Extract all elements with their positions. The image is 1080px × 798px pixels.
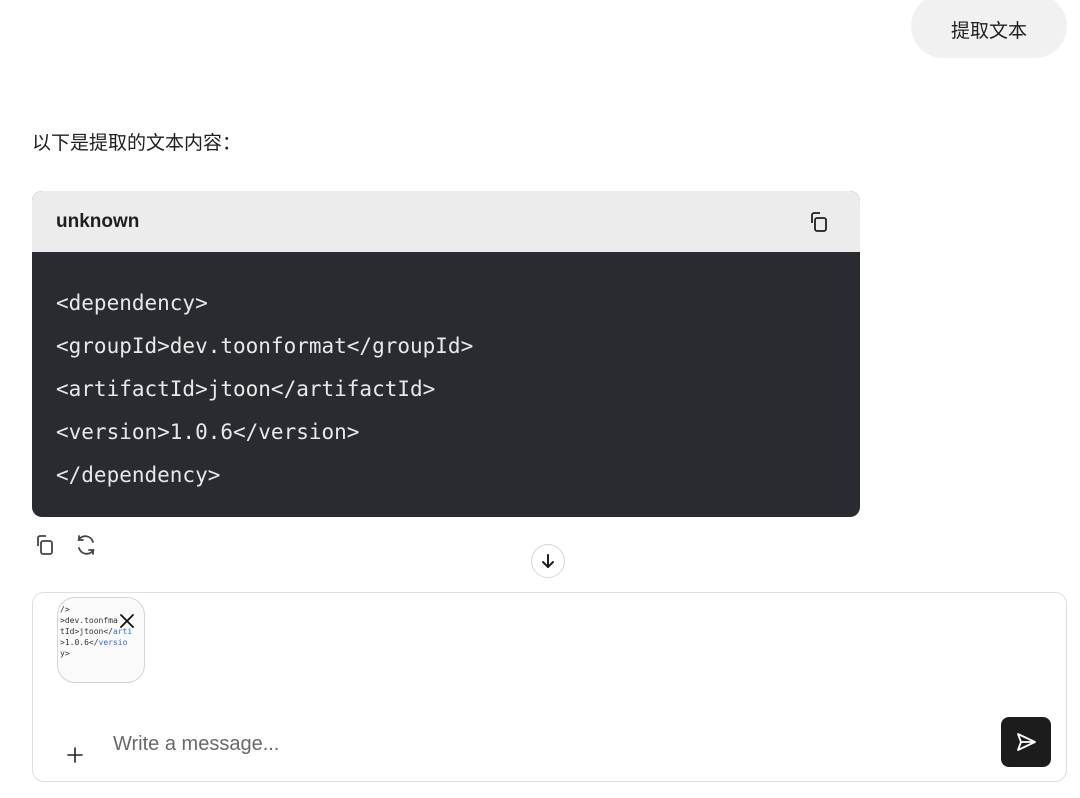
message-composer: /> >dev.toonfma tId>jtoon</arti >1.0.6</… [32, 592, 1067, 782]
assistant-intro-text: 以下是提取的文本内容： [32, 133, 242, 154]
arrow-down-icon [542, 554, 554, 568]
code-block: unknown <dependency> <groupId>dev.toonfo… [32, 191, 860, 517]
message-actions [32, 533, 98, 557]
scroll-to-bottom-button[interactable] [531, 544, 565, 578]
copy-icon [811, 211, 827, 232]
preview-line: >dev.toonf [60, 616, 109, 625]
copy-code-button[interactable] [806, 210, 830, 234]
preview-line-tail: versio [98, 638, 128, 647]
send-button[interactable] [1001, 717, 1051, 767]
send-icon [1017, 733, 1036, 751]
code-line: <artifactId>jtoon</artifactId> [56, 377, 436, 401]
copy-icon [37, 535, 53, 555]
preview-line: y> [60, 649, 70, 658]
attachment-thumbnail[interactable]: /> >dev.toonfma tId>jtoon</arti >1.0.6</… [57, 597, 145, 683]
copy-message-button[interactable] [32, 533, 56, 557]
refresh-icon [77, 535, 95, 555]
code-block-header: unknown [32, 191, 860, 252]
code-line: <dependency> [56, 291, 208, 315]
user-message-bubble: 提取文本 [911, 0, 1067, 58]
code-content: <dependency> <groupId>dev.toonformat</gr… [32, 252, 860, 497]
preview-line: >1.0.6</ [60, 638, 99, 647]
message-input[interactable] [113, 729, 973, 759]
preview-line: /> [60, 605, 70, 614]
code-line: <groupId>dev.toonformat</groupId> [56, 334, 474, 358]
remove-attachment-button[interactable] [114, 608, 140, 634]
user-message-text: 提取文本 [950, 20, 1027, 42]
close-icon [120, 614, 134, 628]
add-attachment-button[interactable] [63, 743, 87, 767]
code-language-label: unknown [56, 210, 140, 232]
code-line: </dependency> [56, 463, 221, 487]
plus-icon [67, 747, 83, 763]
preview-line: tId>jtoon</ [60, 627, 113, 636]
regenerate-button[interactable] [74, 533, 98, 557]
code-line: <version>1.0.6</version> [56, 420, 360, 444]
